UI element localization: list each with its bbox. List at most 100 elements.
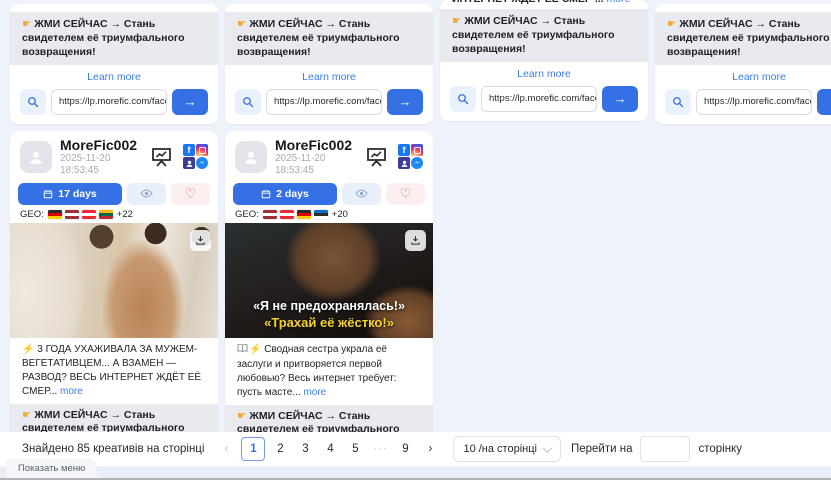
learn-more-link[interactable]: Learn more bbox=[225, 65, 433, 85]
more-link[interactable]: more bbox=[60, 386, 83, 397]
card-header: MoreFic002 2025-11-20 18:53:45 f bbox=[10, 131, 218, 180]
url-row: https://lp.morefic.com/facebook-0iHH0v02… bbox=[20, 89, 208, 115]
page-button-9[interactable]: 9 bbox=[395, 438, 415, 460]
learn-more-link[interactable]: Learn more bbox=[440, 62, 648, 82]
page-button-4[interactable]: 4 bbox=[320, 438, 340, 460]
open-url-button[interactable]: → bbox=[172, 89, 208, 115]
favorite-button[interactable]: ♡ bbox=[171, 183, 210, 205]
header-icons: f bbox=[149, 144, 208, 169]
page-size-select[interactable]: 10 /на сторінці bbox=[453, 436, 561, 462]
zap-emoji: ⚡ bbox=[249, 344, 261, 355]
download-icon bbox=[195, 235, 206, 246]
creative-image-rain[interactable]: «Я не предохранялась!» «Трахай её жёстко… bbox=[225, 223, 433, 338]
pagination-bar: Знайдено 85 креативів на сторінці ‹ 1 2 … bbox=[0, 432, 831, 466]
preview-button[interactable] bbox=[127, 183, 166, 205]
cta-banner-text: ЖМИ СЕЙЧАС → Стань свидетелем её триумфа… bbox=[452, 15, 615, 55]
learn-more-link[interactable]: Learn more bbox=[655, 65, 831, 85]
days-active-button[interactable]: 17 days bbox=[18, 183, 122, 205]
pagination-ellipsis[interactable]: ··· bbox=[370, 438, 390, 460]
next-page-button[interactable]: › bbox=[420, 438, 440, 460]
learn-more-link[interactable]: Learn more bbox=[10, 65, 218, 85]
landing-url-input[interactable]: https://lp.morefic.com/facebook-0iHH0v02… bbox=[51, 89, 167, 115]
bottom-strip bbox=[0, 467, 831, 478]
avatar bbox=[20, 141, 52, 173]
eye-icon bbox=[140, 188, 153, 199]
description-text: 3 ГОДА УХАЖИВАЛА ЗА МУЖЕМ-ВЕГЕТАТИВЦЕМ..… bbox=[22, 344, 201, 397]
actions-row: 2 days ♡ bbox=[233, 183, 425, 205]
geo-row: GEO: +22 bbox=[10, 205, 218, 223]
page-button-5[interactable]: 5 bbox=[345, 438, 365, 460]
flag-latvia bbox=[263, 210, 277, 219]
creative-image-wedding[interactable] bbox=[10, 223, 218, 338]
page-button-3[interactable]: 3 bbox=[295, 438, 315, 460]
column-1: ☛ЖМИ СЕЙЧАС → Стань свидетелем её триумф… bbox=[10, 0, 218, 461]
open-url-button[interactable]: → bbox=[817, 89, 831, 115]
page-size-value: 10 /на сторінці bbox=[463, 443, 537, 455]
landing-url-input[interactable]: https://lp.morefic.com/facebook-0iHH0v02… bbox=[266, 89, 382, 115]
creative-card-partial: ☛ЖМИ СЕЙЧАС → Стань свидетелем её триумф… bbox=[225, 4, 433, 124]
more-link[interactable]: more bbox=[607, 0, 631, 5]
prev-page-button[interactable]: ‹ bbox=[216, 438, 236, 460]
presentation-board-icon[interactable] bbox=[364, 145, 389, 169]
platform-icons: f bbox=[398, 144, 423, 169]
pointing-finger-icon: ☛ bbox=[237, 18, 246, 30]
geo-more-count[interactable]: +20 bbox=[332, 209, 348, 220]
profile-name: MoreFic002 bbox=[60, 137, 141, 153]
chevron-down-icon bbox=[543, 443, 553, 453]
days-active-button[interactable]: 2 days bbox=[233, 183, 337, 205]
more-link[interactable]: more bbox=[303, 387, 326, 398]
flag-lithuania bbox=[99, 210, 113, 219]
cta-banner-text: ЖМИ СЕЙЧАС → Стань свидетелем её триумфа… bbox=[667, 18, 830, 58]
heart-icon: ♡ bbox=[185, 187, 197, 200]
geo-more-count[interactable]: +22 bbox=[117, 209, 133, 220]
creative-card-partial: ☛ЖМИ СЕЙЧАС → Стань свидетелем её триумф… bbox=[10, 4, 218, 124]
download-image-button[interactable] bbox=[190, 230, 211, 251]
search-button[interactable] bbox=[20, 89, 46, 115]
cta-banner: ☛ЖМИ СЕЙЧАС → Стань свидетелем её триумф… bbox=[10, 12, 218, 65]
profile-block: MoreFic002 2025-11-20 18:53:45 bbox=[275, 137, 356, 177]
presentation-board-icon[interactable] bbox=[149, 145, 174, 169]
creative-card-partial: ☛ЖМИ СЕЙЧАС → Стань свидетелем её триумф… bbox=[655, 4, 831, 124]
geo-label: GEO: bbox=[235, 209, 259, 220]
geo-flags bbox=[263, 210, 328, 219]
days-label: 17 days bbox=[58, 188, 97, 200]
geo-flags bbox=[48, 210, 113, 219]
creative-description: ⚡ 3 ГОДА УХАЖИВАЛА ЗА МУЖЕМ-ВЕГЕТАТИВЦЕМ… bbox=[10, 338, 218, 400]
goto-page-input[interactable] bbox=[640, 436, 690, 462]
actions-row: 17 days ♡ bbox=[18, 183, 210, 205]
avatar bbox=[235, 141, 267, 173]
show-menu-tab[interactable]: Показать меню bbox=[6, 460, 97, 478]
messenger-icon bbox=[196, 157, 208, 169]
creative-card: MoreFic002 2025-11-20 18:53:45 f 17 days bbox=[10, 131, 218, 461]
landing-url-input[interactable]: https://lp.morefic.com/facebook-0iHH0v02… bbox=[481, 86, 597, 112]
person-icon bbox=[242, 148, 260, 166]
search-button[interactable] bbox=[235, 89, 261, 115]
column-3: ИНТЕРНЕТ ЖДЁТ ЕЁ СМЕР ... more ☛ЖМИ СЕЙЧ… bbox=[440, 0, 648, 461]
open-url-button[interactable]: → bbox=[602, 86, 638, 112]
audience-network-icon bbox=[398, 157, 410, 169]
pointing-finger-icon: ☛ bbox=[452, 15, 461, 27]
search-button[interactable] bbox=[450, 86, 476, 112]
creative-card: MoreFic002 2025-11-20 18:53:45 f 2 days bbox=[225, 131, 433, 461]
preview-button[interactable] bbox=[342, 183, 381, 205]
landing-url-input[interactable]: https://lp.morefic.com/facebook-0iHH0v02… bbox=[696, 89, 812, 115]
open-url-button[interactable]: → bbox=[387, 89, 423, 115]
download-image-button[interactable] bbox=[405, 230, 426, 251]
pointing-finger-icon: ☛ bbox=[237, 410, 246, 422]
calendar-icon bbox=[261, 189, 271, 199]
image-caption-line2: «Трахай её жёстко!» bbox=[225, 315, 433, 330]
search-button[interactable] bbox=[665, 89, 691, 115]
facebook-icon: f bbox=[398, 144, 410, 156]
search-icon bbox=[27, 96, 39, 108]
page-button-2[interactable]: 2 bbox=[270, 438, 290, 460]
page-button-1[interactable]: 1 bbox=[241, 437, 265, 461]
book-icon bbox=[237, 343, 248, 358]
messenger-icon bbox=[411, 157, 423, 169]
goto-suffix: сторінку bbox=[698, 443, 742, 455]
search-icon bbox=[242, 96, 254, 108]
cta-banner: ☛ЖМИ СЕЙЧАС → Стань свидетелем её триумф… bbox=[440, 9, 648, 62]
cta-banner-text: ЖМИ СЕЙЧАС → Стань свидетелем её триумфа… bbox=[22, 18, 185, 58]
column-4: ☛ЖМИ СЕЙЧАС → Стань свидетелем её триумф… bbox=[655, 0, 831, 461]
url-row: https://lp.morefic.com/facebook-0iHH0v02… bbox=[665, 89, 831, 115]
favorite-button[interactable]: ♡ bbox=[386, 183, 425, 205]
